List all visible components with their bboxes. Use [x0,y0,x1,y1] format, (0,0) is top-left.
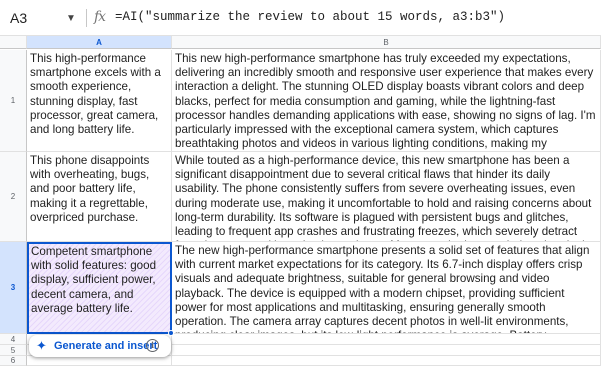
cell-a3-selected[interactable]: Competent smartphone with solid features… [27,242,172,334]
column-header-b[interactable]: B [172,36,601,49]
cell-b2[interactable]: While touted as a high-performance devic… [172,152,601,242]
dropdown-caret-icon[interactable]: ▼ [66,13,76,24]
row-header-2[interactable]: 2 [0,152,27,242]
cell-b3[interactable]: The new high-performance smartphone pres… [172,242,601,334]
row-header-1[interactable]: 1 [0,50,27,152]
row-header-6[interactable]: 6 [0,356,27,366]
cell-a2[interactable]: This phone disappoints with overheating,… [27,152,172,242]
cell-a6[interactable] [27,356,172,366]
cell-a1[interactable]: This high-performance smartphone excels … [27,50,172,152]
cell-reference: A3 [10,10,28,26]
info-icon[interactable]: i [146,339,159,352]
cell-b4[interactable] [172,334,601,345]
sparkle-icon: ✦ [36,338,47,353]
formula-bar: A3 ▼ fx =AI("summarize the review to abo… [0,0,601,36]
row-header-4[interactable]: 4 [0,334,27,345]
select-all-corner[interactable] [0,36,27,49]
name-box[interactable]: A3 ▼ [0,4,82,32]
cell-b6[interactable] [172,356,601,366]
divider [86,9,87,27]
generate-and-insert-button[interactable]: ✦ Generate and insert i [29,335,171,357]
row-header-3[interactable]: 3 [0,242,27,334]
fx-icon: fx [94,9,106,25]
row-header-5[interactable]: 5 [0,345,27,356]
fill-handle[interactable] [168,330,174,336]
cell-b1[interactable]: This new high-performance smartphone has… [172,50,601,152]
formula-input[interactable]: =AI("summarize the review to about 15 wo… [115,10,505,24]
column-header-a[interactable]: A [27,36,172,49]
cell-b5[interactable] [172,345,601,356]
generate-label: Generate and insert [54,340,158,352]
